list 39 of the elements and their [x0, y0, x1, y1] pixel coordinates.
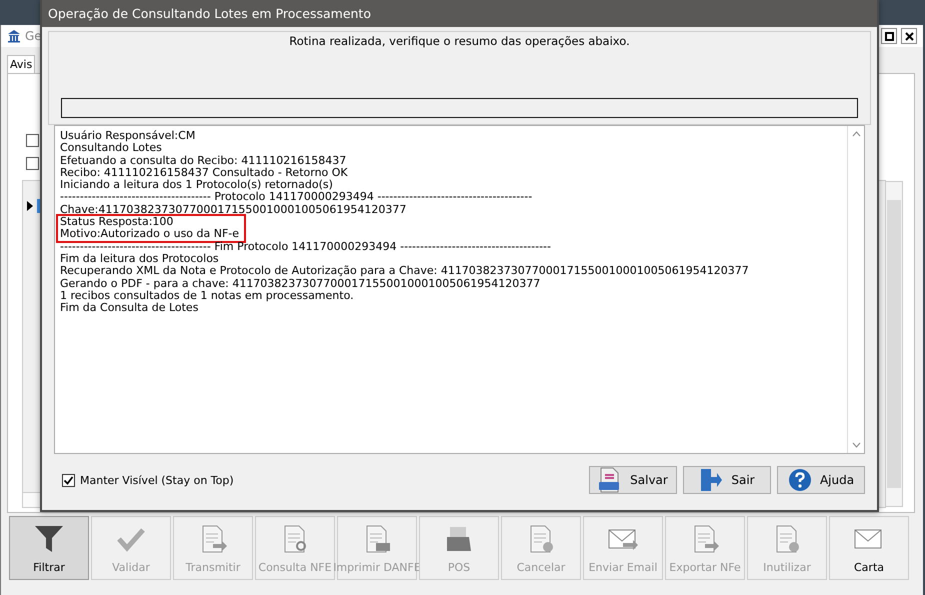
help-icon — [788, 468, 812, 492]
scroll-up-icon[interactable] — [852, 131, 860, 137]
row-indicator-icon — [27, 201, 33, 211]
log-line: Iniciando a leitura dos 1 Protocolo(s) retornado(s) — [60, 179, 334, 192]
log-line: Consultando Lotes — [60, 142, 162, 155]
log-line: Efetuando a consulta do Recibo: 411110216158437 — [60, 154, 348, 167]
checkbox[interactable] — [26, 134, 39, 147]
exit-button[interactable]: Sair — [683, 466, 771, 494]
maximize-button[interactable] — [881, 28, 897, 44]
scrollbar[interactable] — [885, 181, 903, 507]
log-line: -------------------------------------- Protocolo 141170000293494 --------------------------------------- — [60, 191, 534, 204]
log-line: Fim da Consulta de Lotes — [60, 302, 200, 314]
maximize-icon — [884, 32, 894, 40]
help-button[interactable]: Ajuda — [777, 466, 865, 494]
close-icon — [904, 32, 914, 40]
close-button[interactable] — [901, 28, 917, 44]
log-line: -------------------------------------- Fim Protocolo 141170000293494 -------------------------------------- — [60, 240, 552, 253]
log-line: Chave:41170382373077000171550010001005061954120377 — [60, 204, 408, 216]
save-button[interactable]: Salvar — [589, 466, 677, 494]
stay-on-top-checkbox[interactable]: Manter Visível (Stay on Top) — [62, 474, 234, 486]
log-line: Recibo: 411110216158437 Consultado - Retorno OK — [60, 166, 349, 180]
log-text-area[interactable] — [54, 125, 865, 454]
dialog-title: Operação de Consultando Lotes em Processamento — [42, 0, 877, 27]
log-line: Gerando o PDF - para a chave: 41170382373077000171550010001005061954120377 — [60, 278, 542, 290]
log-line: 1 recibos consultados de 1 notas em processamento. — [60, 290, 355, 302]
log-line: Motivo:Autorizado o uso da NF-e — [60, 228, 240, 241]
log-line: Usuário Responsável:CM — [60, 130, 196, 142]
log-line: Recuperando XML da Nota e Protocolo de Autorização para a Chave: 41170382373077000171550010001005061954120377 — [60, 265, 750, 278]
log-line: Status Resposta:100 — [60, 216, 174, 228]
scroll-down-icon[interactable] — [852, 442, 860, 448]
toolbar-button[interactable]: Carta — [829, 516, 909, 580]
building-icon — [7, 29, 21, 43]
door-exit-icon — [699, 468, 724, 492]
tab[interactable]: Avis — [7, 55, 36, 73]
status-message: Rotina realizada, verifique o resumo das operações abaixo. — [288, 34, 631, 50]
log-line: Fim da leitura dos Protocolos — [60, 252, 220, 266]
checkbox[interactable] — [26, 157, 39, 170]
checkmark-icon — [63, 474, 74, 486]
toolbar-button[interactable]: Filtrar — [9, 516, 89, 580]
